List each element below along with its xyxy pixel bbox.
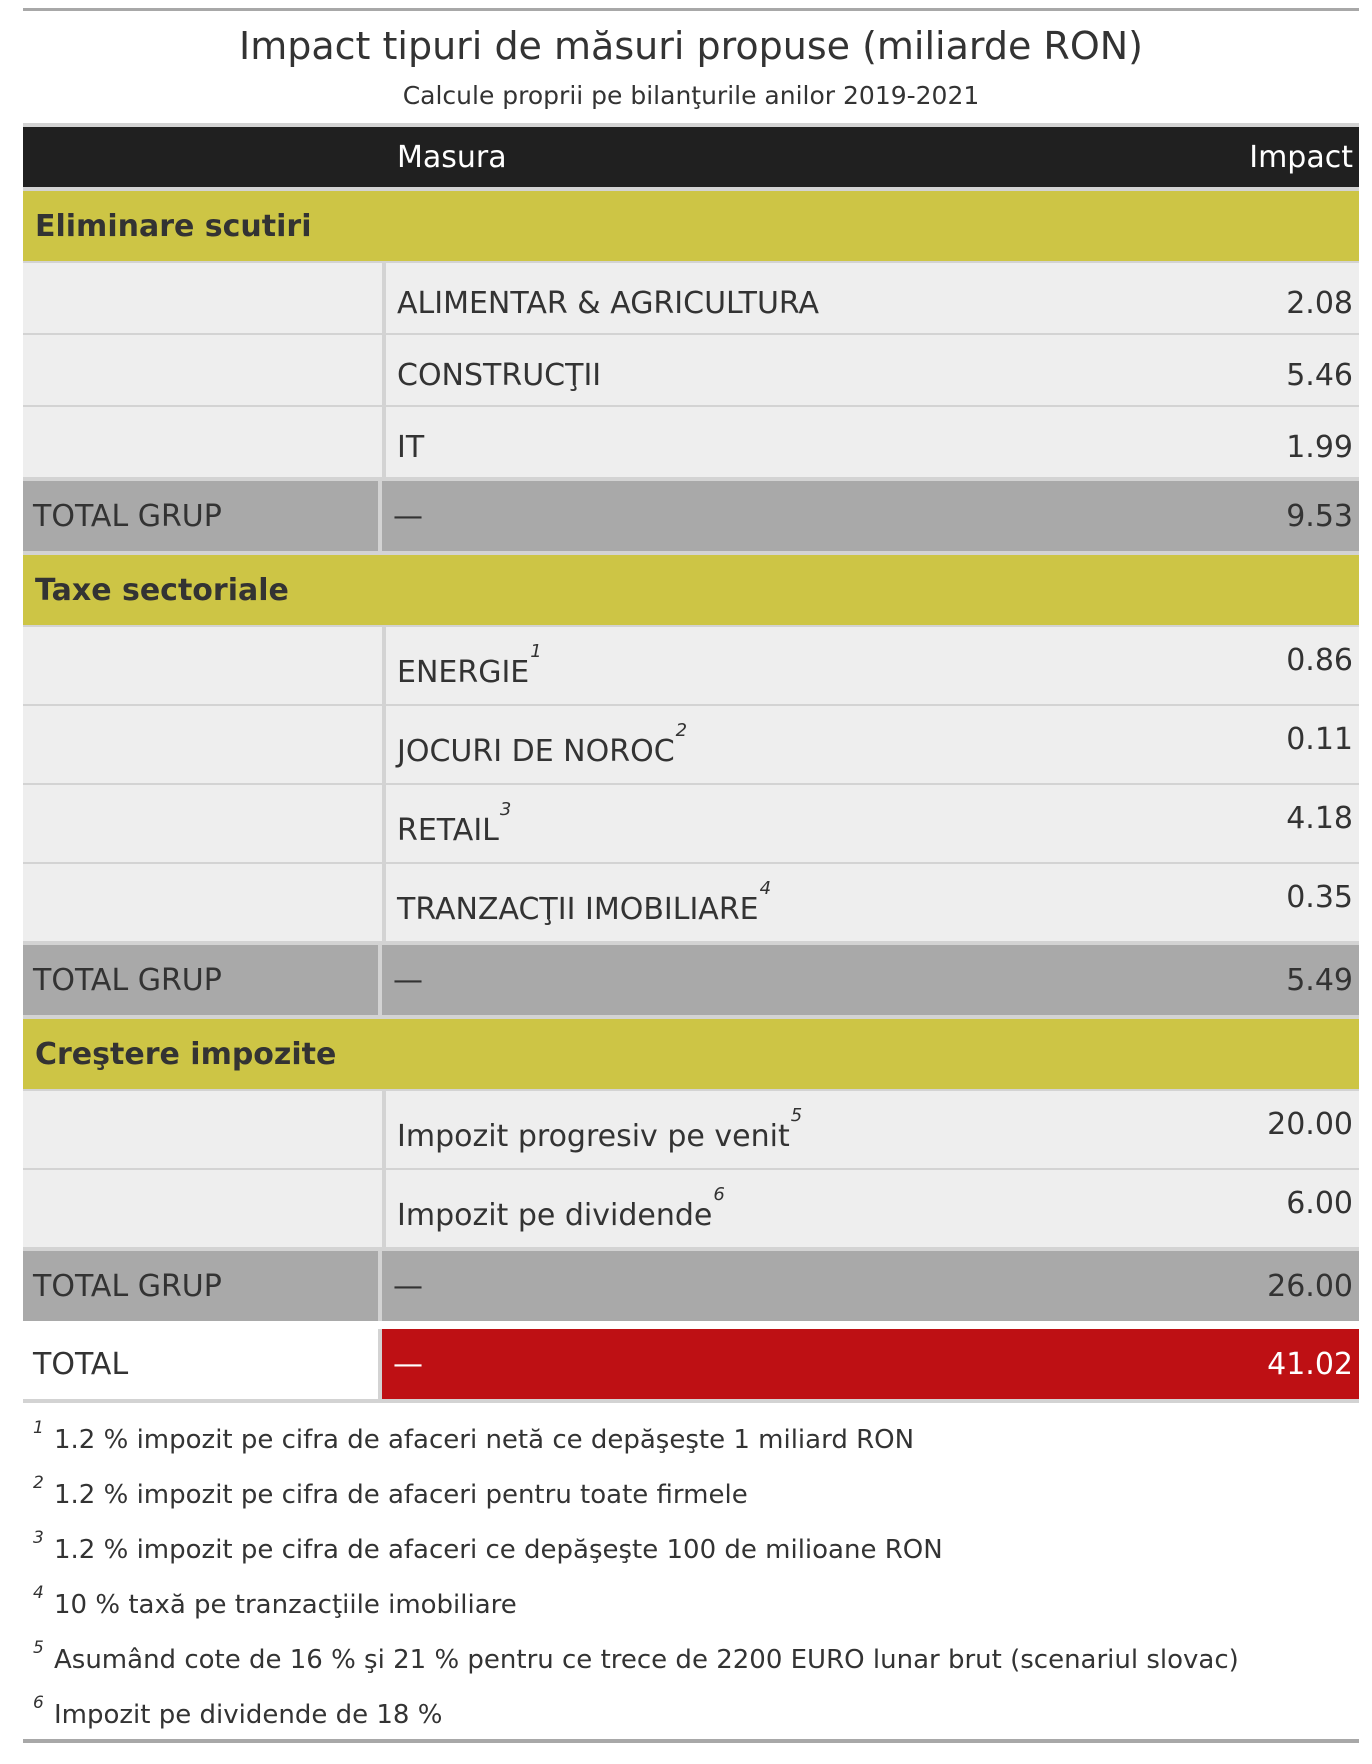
footnote-text: 1.2 % impozit pe cifra de afaceri netă c… — [54, 1425, 915, 1455]
group-total-label: TOTAL GRUP — [23, 1251, 382, 1321]
impact-cell: 6.00 — [1286, 1186, 1353, 1221]
group-total-row: TOTAL GRUP — 9.53 — [23, 477, 1359, 551]
row-spacer-cell — [23, 706, 386, 783]
measure-label: RETAIL — [397, 813, 499, 848]
table-row: TRANZACŢII IMOBILIARE 4 0.35 — [23, 862, 1359, 941]
row-spacer-cell — [23, 1091, 386, 1168]
footnote-marker: 3 — [499, 799, 512, 820]
measure-label: JOCURI DE NOROC — [397, 734, 675, 769]
measure-cell: ENERGIE 1 — [386, 627, 1179, 704]
footnote-marker: 1 — [530, 641, 542, 662]
grand-total-value: 41.02 — [1173, 1329, 1359, 1399]
table-row: IT 1.99 — [23, 405, 1359, 477]
top-rule — [23, 8, 1359, 11]
footnote-mark: 2 — [33, 1473, 44, 1493]
measure-label: Impozit pe dividende — [397, 1198, 713, 1233]
group-total-row: TOTAL GRUP — 5.49 — [23, 941, 1359, 1015]
footnote: 3 1.2 % impozit pe cifra de afaceri ce d… — [23, 1517, 1359, 1572]
measure-cell: ALIMENTAR & AGRICULTURA — [386, 263, 1179, 333]
group-header-eliminare-scutiri: Eliminare scutiri — [23, 187, 1359, 261]
group-total-measure: — — [393, 498, 423, 534]
measure-label: IT — [397, 430, 425, 465]
footnote-mark: 5 — [33, 1638, 44, 1658]
footnote-marker: 6 — [713, 1184, 725, 1205]
impact-cell: 0.35 — [1286, 880, 1353, 915]
footnote-text: 1.2 % impozit pe cifra de afaceri pentru… — [54, 1480, 748, 1510]
measure-cell: JOCURI DE NOROC 2 — [386, 706, 1179, 783]
footnote-text: 1.2 % impozit pe cifra de afaceri ce dep… — [54, 1535, 943, 1565]
footnote: 6 Impozit pe dividende de 18 % — [23, 1682, 1359, 1737]
table-header: Masura Impact — [23, 123, 1359, 187]
footnote: 2 1.2 % impozit pe cifra de afaceri pent… — [23, 1462, 1359, 1517]
table-row: Impozit progresiv pe venit 5 20.00 — [23, 1089, 1359, 1168]
impact-cell: 4.18 — [1286, 801, 1353, 836]
footnote-marker: 4 — [759, 878, 772, 899]
measure-cell: CONSTRUCŢII — [386, 335, 1179, 405]
column-header-measure: Masura — [397, 139, 507, 175]
group-total-value: 9.53 — [1286, 498, 1353, 534]
measure-cell: Impozit pe dividende 6 — [386, 1170, 1179, 1247]
row-spacer-cell — [23, 785, 386, 862]
impact-cell: 2.08 — [1286, 286, 1353, 321]
row-spacer-cell — [23, 335, 386, 405]
impact-cell: 20.00 — [1267, 1107, 1353, 1142]
grand-total-label: TOTAL — [23, 1329, 382, 1399]
footnote: 5 Asumând cote de 16 % şi 21 % pentru ce… — [23, 1627, 1359, 1682]
footnote: 4 10 % taxă pe tranzacţiile imobiliare — [23, 1572, 1359, 1627]
group-total-label: TOTAL GRUP — [23, 481, 382, 551]
total-rule — [23, 1399, 1359, 1403]
measure-cell: RETAIL 3 — [386, 785, 1179, 862]
column-header-impact: Impact — [1249, 139, 1353, 175]
table-figure: Impact tipuri de măsuri propuse (miliard… — [23, 8, 1359, 1743]
table-row: RETAIL 3 4.18 — [23, 783, 1359, 862]
table-row: JOCURI DE NOROC 2 0.11 — [23, 704, 1359, 783]
grand-total-row: TOTAL — 41.02 — [23, 1321, 1359, 1399]
measure-cell: Impozit progresiv pe venit 5 — [386, 1091, 1179, 1168]
table-row: CONSTRUCŢII 5.46 — [23, 333, 1359, 405]
bottom-rule — [23, 1739, 1359, 1743]
measure-label: ALIMENTAR & AGRICULTURA — [397, 286, 820, 321]
footnote-mark: 3 — [33, 1528, 44, 1548]
table-row: ALIMENTAR & AGRICULTURA 2.08 — [23, 261, 1359, 333]
measure-cell: TRANZACŢII IMOBILIARE 4 — [386, 864, 1179, 941]
row-spacer-cell — [23, 627, 386, 704]
footnote-text: Asumând cote de 16 % şi 21 % pentru ce t… — [54, 1645, 1239, 1675]
impact-cell: 1.99 — [1286, 430, 1353, 465]
impact-cell: 0.11 — [1286, 722, 1353, 757]
footnote-mark: 6 — [33, 1693, 44, 1713]
group-header-crestere-impozite: Creştere impozite — [23, 1015, 1359, 1089]
footnote-text: 10 % taxă pe tranzacţiile imobiliare — [54, 1590, 517, 1620]
footnote: 1 1.2 % impozit pe cifra de afaceri netă… — [23, 1407, 1359, 1462]
table-title: Impact tipuri de măsuri propuse (miliard… — [239, 24, 1143, 68]
impact-cell: 0.86 — [1286, 643, 1353, 678]
measure-label: Impozit progresiv pe venit — [397, 1119, 790, 1154]
footnotes: 1 1.2 % impozit pe cifra de afaceri netă… — [23, 1407, 1359, 1737]
group-total-value: 26.00 — [1267, 1268, 1353, 1304]
footnote-marker: 5 — [790, 1105, 803, 1126]
footnote-mark: 4 — [33, 1583, 44, 1603]
table-subtitle: Calcule proprii pe bilanţurile anilor 20… — [402, 81, 980, 110]
measure-label: CONSTRUCŢII — [397, 358, 602, 393]
group-total-value: 5.49 — [1286, 962, 1353, 998]
footnote-marker: 2 — [675, 720, 688, 741]
group-total-measure: — — [393, 962, 423, 998]
group-total-measure: — — [393, 1268, 423, 1304]
group-total-row: TOTAL GRUP — 26.00 — [23, 1247, 1359, 1321]
group-header-taxe-sectoriale: Taxe sectoriale — [23, 551, 1359, 625]
row-spacer-cell — [23, 407, 386, 477]
measure-cell: IT — [386, 407, 1179, 477]
row-spacer-cell — [23, 263, 386, 333]
table-row: ENERGIE 1 0.86 — [23, 625, 1359, 704]
footnote-mark: 1 — [33, 1418, 44, 1438]
impact-cell: 5.46 — [1286, 358, 1353, 393]
measure-label: ENERGIE — [397, 655, 530, 690]
measure-label: TRANZACŢII IMOBILIARE — [397, 892, 759, 927]
table-row: Impozit pe dividende 6 6.00 — [23, 1168, 1359, 1247]
row-spacer-cell — [23, 1170, 386, 1247]
footnote-text: Impozit pe dividende de 18 % — [54, 1700, 443, 1730]
group-total-label: TOTAL GRUP — [23, 945, 382, 1015]
row-spacer-cell — [23, 864, 386, 941]
grand-total-measure: — — [382, 1329, 1173, 1399]
